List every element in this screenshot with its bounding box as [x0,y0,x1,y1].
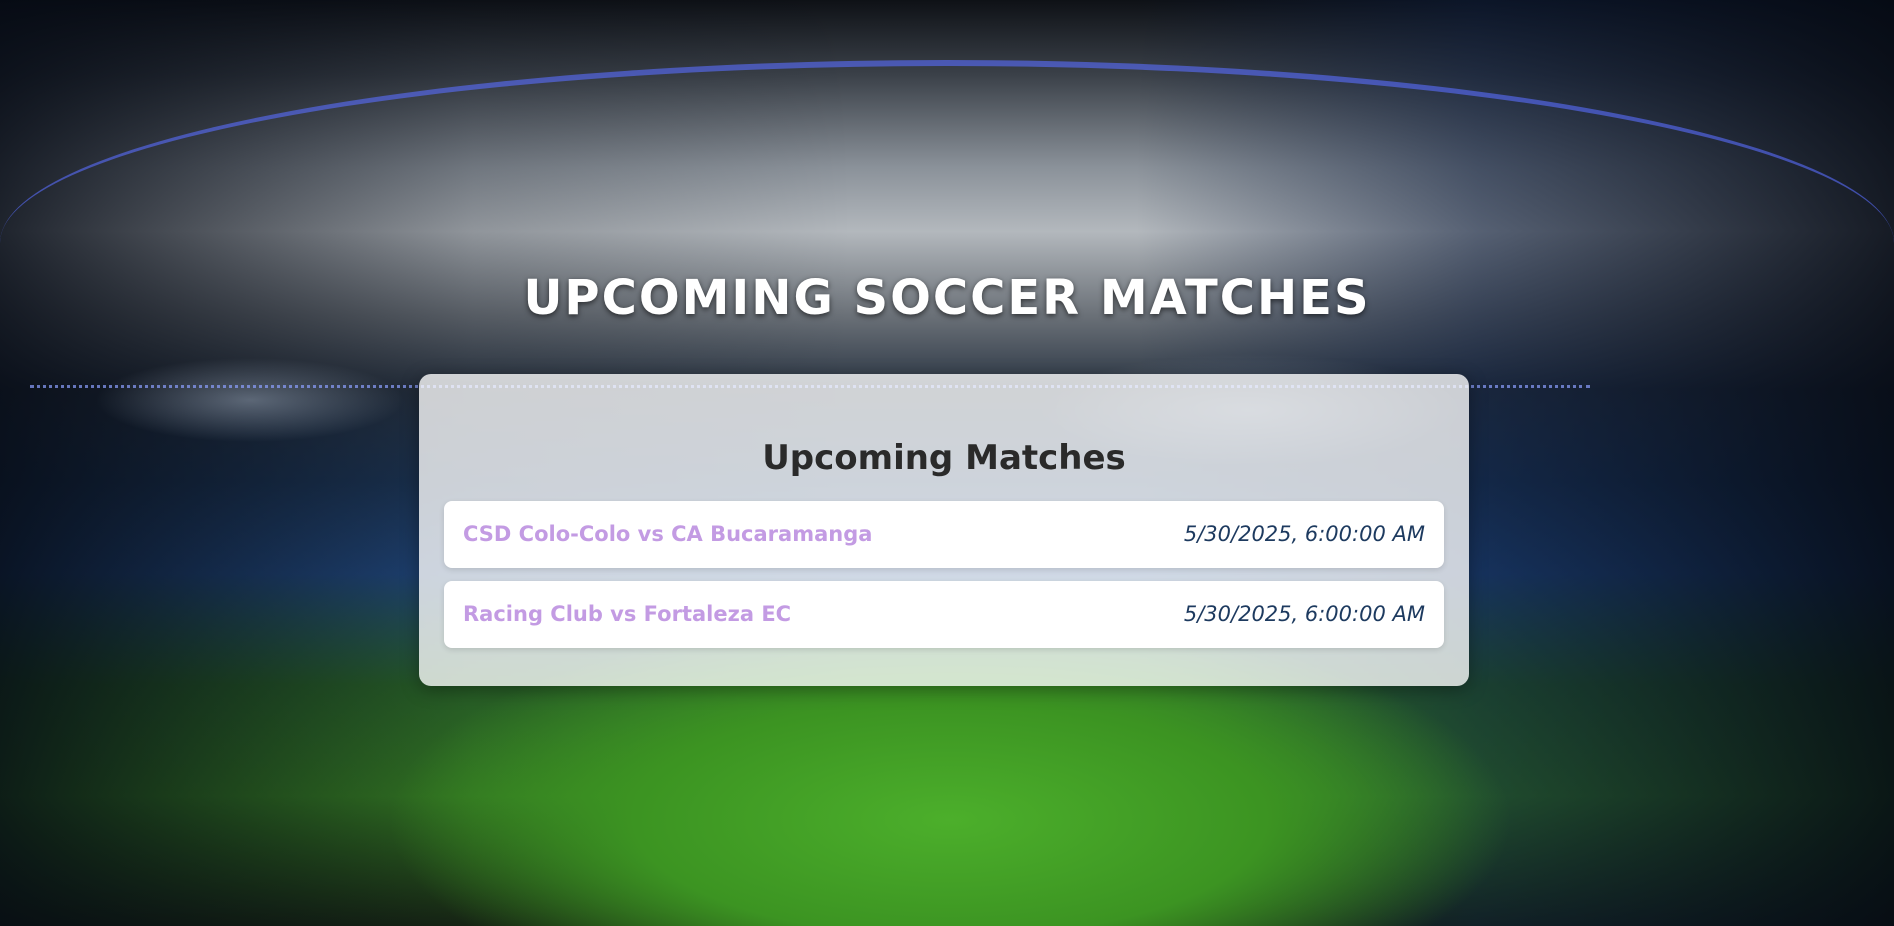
panel-title: Upcoming Matches [762,438,1126,478]
page-header: UPCOMING SOCCER MATCHES [0,270,1894,326]
match-list: CSD Colo-Colo vs CA Bucaramanga 5/30/202… [444,501,1444,661]
match-card[interactable]: CSD Colo-Colo vs CA Bucaramanga 5/30/202… [444,501,1444,568]
match-card[interactable]: Racing Club vs Fortaleza EC 5/30/2025, 6… [444,581,1444,648]
matches-panel: Upcoming Matches CSD Colo-Colo vs CA Buc… [419,374,1469,686]
match-teams[interactable]: Racing Club vs Fortaleza EC [463,581,791,648]
match-teams[interactable]: CSD Colo-Colo vs CA Bucaramanga [463,501,872,568]
page-title: UPCOMING SOCCER MATCHES [523,270,1371,326]
match-datetime: 5/30/2025, 6:00:00 AM [1183,522,1425,546]
match-datetime: 5/30/2025, 6:00:00 AM [1183,602,1425,626]
